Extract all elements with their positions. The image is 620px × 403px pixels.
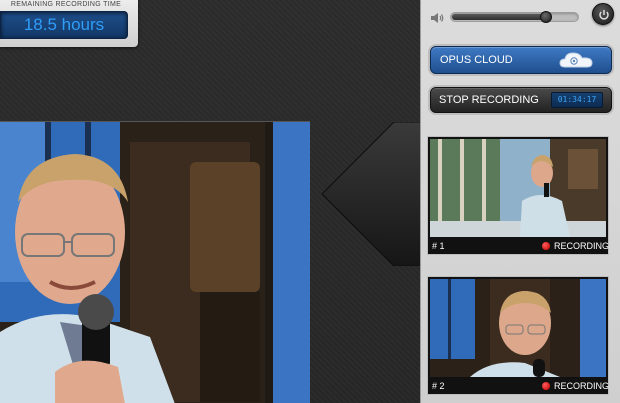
- camera-thumbnail-2[interactable]: # 2 RECORDING: [427, 276, 609, 395]
- speaker-photo: [0, 122, 310, 403]
- camera-1-status: RECORDING: [554, 241, 610, 251]
- camera-2-footer: # 2 RECORDING: [428, 378, 610, 394]
- camera-1-preview: [430, 139, 606, 237]
- recording-dot-icon: [542, 382, 550, 390]
- main-video-preview[interactable]: [0, 121, 310, 403]
- volume-slider[interactable]: [450, 11, 579, 23]
- recording-dot-icon: [542, 242, 550, 250]
- camera-2-preview: [430, 279, 606, 377]
- stop-recording-button[interactable]: STOP RECORDING 01:34:17: [430, 87, 612, 113]
- remaining-time-label: REMAINING RECORDING TIME: [10, 1, 122, 8]
- opus-cloud-button[interactable]: OPUS CLOUD: [430, 46, 612, 74]
- camera-2-number: # 2: [432, 381, 445, 391]
- remaining-time-panel: REMAINING RECORDING TIME 18.5 hours: [0, 0, 138, 47]
- volume-slider-knob[interactable]: [539, 11, 552, 23]
- power-button[interactable]: [592, 3, 614, 25]
- camera-2-status: RECORDING: [554, 381, 610, 391]
- stop-recording-label: STOP RECORDING: [439, 94, 539, 106]
- cloud-icon: [559, 52, 593, 68]
- volume-slider-fill: [452, 14, 546, 20]
- opus-cloud-label: OPUS CLOUD: [440, 54, 513, 66]
- camera-1-image: [430, 139, 606, 237]
- camera-1-footer: # 1 RECORDING: [428, 238, 610, 254]
- camera-thumbnail-1[interactable]: # 1 RECORDING: [427, 136, 609, 255]
- selected-camera-indicator: [322, 122, 422, 266]
- remaining-time-value: 18.5 hours: [0, 11, 128, 39]
- elapsed-time-display: 01:34:17: [551, 92, 603, 108]
- power-icon: [599, 10, 609, 20]
- camera-2-image: [430, 279, 606, 377]
- camera-1-number: # 1: [432, 241, 445, 251]
- speaker-icon[interactable]: [430, 11, 444, 25]
